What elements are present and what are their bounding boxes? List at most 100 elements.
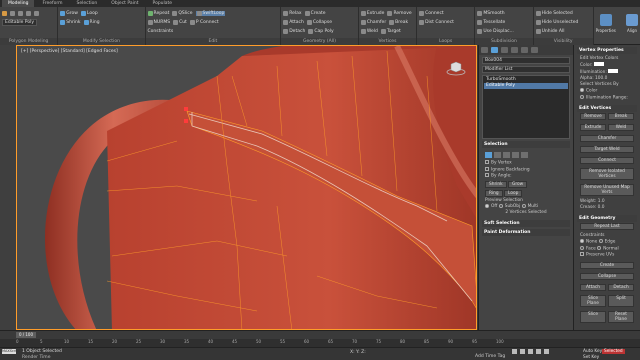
chamfer-vertex-button[interactable]: Chamfer bbox=[580, 135, 634, 142]
break-vertex-button[interactable]: Break bbox=[608, 113, 634, 120]
edit-geometry-title[interactable]: Edit Geometry bbox=[577, 215, 637, 222]
time-slider[interactable]: 0 / 100 bbox=[0, 330, 640, 339]
edge-subobject-icon[interactable] bbox=[494, 152, 501, 158]
remove-vertex-button[interactable]: Remove bbox=[580, 113, 606, 120]
grow-button[interactable]: Grow bbox=[60, 10, 78, 16]
create-geo-button[interactable]: Create bbox=[580, 261, 634, 269]
weld-button[interactable]: Weld bbox=[360, 28, 378, 34]
time-slider-thumb[interactable]: 0 / 100 bbox=[16, 332, 36, 338]
radio-icon[interactable] bbox=[580, 94, 584, 99]
display-tab-icon[interactable] bbox=[521, 47, 528, 53]
grow-selection-button[interactable]: Grow bbox=[508, 180, 528, 188]
connect-vertex-button[interactable]: Connect bbox=[580, 157, 634, 164]
hide-selected-button[interactable]: Hide Selected bbox=[535, 10, 573, 16]
reset-plane-button[interactable]: Reset Plane bbox=[608, 310, 634, 323]
tab-populate[interactable]: Populate bbox=[147, 0, 179, 7]
previous-frame-icon[interactable] bbox=[520, 349, 525, 354]
modifier-list-dropdown[interactable]: Modifier List bbox=[482, 66, 570, 73]
detach-button[interactable]: Detach bbox=[283, 28, 305, 34]
split-button[interactable]: Split bbox=[608, 294, 634, 307]
soft-selection-title[interactable]: Soft Selection bbox=[482, 220, 570, 227]
crease-field[interactable]: 0.0 bbox=[598, 205, 605, 210]
align-button[interactable]: Align bbox=[622, 9, 640, 37]
constraints-button[interactable]: Constraints bbox=[148, 29, 174, 34]
create-button[interactable]: Create bbox=[304, 10, 326, 16]
repeat-last-button[interactable]: Repeat Last bbox=[580, 223, 634, 230]
maxscript-listener[interactable]: MAXScript bbox=[2, 349, 20, 354]
modify-tab-icon[interactable] bbox=[491, 47, 498, 53]
next-frame-icon[interactable] bbox=[536, 349, 541, 354]
target-button[interactable]: Target bbox=[380, 28, 401, 34]
unhide-all-button[interactable]: Unhide All bbox=[535, 28, 564, 34]
edit-vertices-title[interactable]: Edit Vertices bbox=[577, 105, 637, 112]
ring-selection-button[interactable]: Ring bbox=[485, 189, 503, 197]
polygon-mode-button[interactable] bbox=[26, 10, 31, 16]
track-bar[interactable]: 0 5 10 15 20 25 30 35 40 45 50 55 60 65 70 75 80 85 90 95 10… bbox=[0, 339, 640, 347]
vertex-mode-button[interactable] bbox=[2, 10, 7, 16]
element-subobject-icon[interactable] bbox=[521, 152, 528, 158]
extrude-vertex-button[interactable]: Extrude bbox=[580, 124, 606, 131]
tab-selection[interactable]: Selection bbox=[71, 0, 104, 7]
extrude-button[interactable]: Extrude bbox=[360, 10, 384, 16]
go-to-start-icon[interactable] bbox=[512, 349, 517, 354]
chamfer-button[interactable]: Chamfer bbox=[360, 19, 386, 25]
viewcube-icon[interactable] bbox=[446, 60, 466, 76]
editable-poly-dropdown[interactable]: Editable Poly bbox=[2, 18, 37, 26]
attach-button[interactable]: Attach bbox=[283, 19, 304, 25]
radio-icon[interactable] bbox=[580, 88, 584, 92]
add-time-tag[interactable]: Add Time Tag bbox=[475, 354, 505, 359]
dist-connect-button[interactable]: Dist Connect bbox=[419, 19, 454, 25]
coordinate-display[interactable]: X: Y: Z: bbox=[350, 350, 366, 355]
remove-unused-button[interactable]: Remove Unused Map Verts bbox=[580, 184, 634, 196]
go-to-end-icon[interactable] bbox=[544, 349, 549, 354]
radio-icon[interactable] bbox=[580, 245, 584, 250]
preview-subobj-radio[interactable]: SubObj bbox=[498, 203, 520, 209]
weight-field[interactable]: 1.0 bbox=[598, 199, 605, 204]
radio-icon[interactable] bbox=[598, 239, 603, 243]
shrink-selection-button[interactable]: Shrink bbox=[485, 180, 507, 188]
slice-button[interactable]: Slice bbox=[580, 310, 606, 323]
hide-unselected-button[interactable]: Hide Unselected bbox=[535, 19, 578, 25]
msmooth-button[interactable]: MSmooth bbox=[477, 10, 505, 16]
tessellate-button[interactable]: Tessellate bbox=[477, 19, 505, 25]
tab-freeform[interactable]: Freeform bbox=[36, 0, 68, 7]
swiftloop-button[interactable]: SwiftLoop bbox=[195, 10, 226, 16]
connect-button[interactable]: Connect bbox=[419, 10, 444, 16]
collapse-geo-button[interactable]: Collapse bbox=[580, 272, 634, 280]
cut-button[interactable]: Cut bbox=[173, 19, 187, 25]
set-key-button[interactable]: Set Key bbox=[583, 355, 599, 360]
target-weld-button[interactable]: Target Weld bbox=[580, 146, 634, 153]
edge-mode-button[interactable] bbox=[10, 10, 15, 16]
nurms-button[interactable]: NURMS bbox=[147, 19, 170, 25]
element-mode-button[interactable] bbox=[34, 10, 39, 16]
play-icon[interactable] bbox=[528, 349, 533, 354]
selected-vertex[interactable] bbox=[184, 119, 188, 123]
viewport-label[interactable]: [+] [Perspective] [Standard] [Edged Face… bbox=[21, 49, 118, 54]
utilities-tab-icon[interactable] bbox=[531, 47, 538, 53]
qslice-button[interactable]: QSlice bbox=[172, 10, 193, 16]
pconnect-button[interactable]: P Connect bbox=[189, 19, 219, 25]
polygon-subobject-icon[interactable] bbox=[512, 152, 519, 158]
weld-vertex-button[interactable]: Weld bbox=[608, 124, 634, 131]
vertex-properties-title[interactable]: Vertex Properties bbox=[577, 47, 637, 54]
vertex-subobject-icon[interactable] bbox=[485, 152, 492, 158]
loop-selection-button[interactable]: Loop bbox=[504, 189, 523, 197]
tab-object-paint[interactable]: Object Paint bbox=[105, 0, 144, 7]
collapse-button[interactable]: Collapse bbox=[306, 19, 332, 25]
use-displace-button[interactable]: Use Displac... bbox=[477, 28, 514, 34]
break-button[interactable]: Break bbox=[389, 19, 408, 25]
remove-isolated-button[interactable]: Remove Isolated Vertices bbox=[580, 168, 634, 180]
hierarchy-tab-icon[interactable] bbox=[501, 47, 508, 53]
properties-button[interactable]: Properties bbox=[596, 9, 616, 37]
ring-button[interactable]: Ring bbox=[83, 19, 100, 25]
attach-geo-button[interactable]: Attach bbox=[580, 283, 606, 291]
loop-button[interactable]: Loop bbox=[80, 10, 98, 16]
radio-icon[interactable] bbox=[597, 245, 602, 250]
stack-item-editable-poly[interactable]: Editable Poly bbox=[484, 83, 568, 89]
remove-button[interactable]: Remove bbox=[387, 10, 412, 16]
preview-multi-radio[interactable]: Multi bbox=[521, 203, 538, 209]
illumination-swatch[interactable] bbox=[608, 69, 619, 73]
repeat-button[interactable]: Repeat bbox=[147, 10, 169, 16]
selected-vertex[interactable] bbox=[184, 107, 188, 111]
cap-poly-button[interactable]: Cap Poly bbox=[308, 28, 334, 34]
